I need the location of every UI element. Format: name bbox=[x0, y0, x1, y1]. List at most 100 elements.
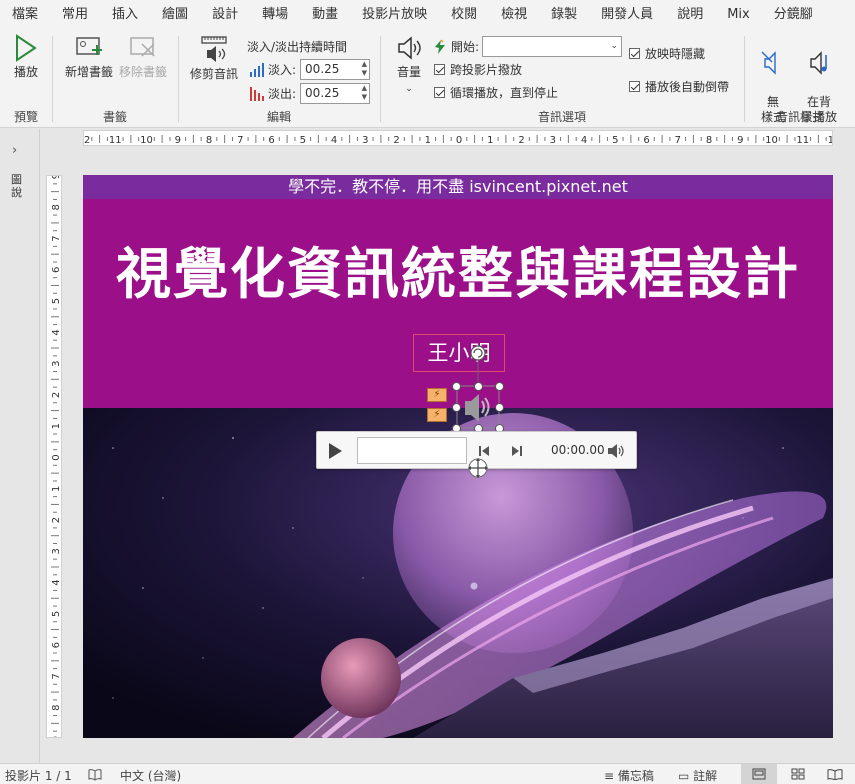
ruler-tick-label: 7 bbox=[237, 135, 243, 146]
group-label-preview: 預覽 bbox=[13, 110, 38, 124]
ruler-tick-label: 8 bbox=[51, 204, 62, 210]
start-lightning-icon bbox=[435, 38, 445, 54]
resize-handle[interactable] bbox=[474, 382, 483, 391]
normal-view-button[interactable] bbox=[741, 764, 777, 784]
horizontal-ruler-ticks: 1211109876543210123456789101112 bbox=[84, 135, 832, 146]
normal-view-icon bbox=[752, 768, 766, 780]
ruler-tick-label: 7 bbox=[51, 235, 62, 241]
fade-in-icon bbox=[250, 62, 264, 77]
tab-1[interactable]: 常用 bbox=[50, 0, 100, 30]
ruler-tick-label: 10 bbox=[765, 135, 778, 146]
move-cursor-icon bbox=[468, 458, 488, 478]
ruler-tick-label: 8 bbox=[51, 705, 62, 711]
tab-8[interactable]: 校閱 bbox=[439, 0, 489, 30]
ruler-tick-label: 3 bbox=[362, 135, 368, 146]
tab-11[interactable]: 開發人員 bbox=[589, 0, 665, 30]
resize-handle[interactable] bbox=[495, 382, 504, 391]
tab-6[interactable]: 動畫 bbox=[300, 0, 350, 30]
resize-handle[interactable] bbox=[452, 403, 461, 412]
group-label-audio-options: 音訊選項 bbox=[537, 110, 586, 124]
tab-9[interactable]: 檢視 bbox=[489, 0, 539, 30]
ruler-tick-label: 7 bbox=[51, 673, 62, 679]
player-volume-icon[interactable] bbox=[607, 443, 625, 459]
spellcheck-book-icon[interactable] bbox=[88, 768, 102, 781]
skip-forward-icon[interactable] bbox=[510, 444, 524, 458]
start-label: 開始: bbox=[451, 40, 480, 54]
ruler-tick-label: 12 bbox=[84, 135, 90, 146]
tab-12[interactable]: 說明 bbox=[665, 0, 715, 30]
play-in-background-icon bbox=[810, 51, 827, 75]
tab-14[interactable]: 分鏡腳 bbox=[762, 0, 825, 30]
resize-handle[interactable] bbox=[495, 403, 504, 412]
slide-header-band: 學不完．教不停．用不盡 isvincent.pixnet.net bbox=[83, 175, 833, 199]
comments-label: 註解 bbox=[693, 769, 718, 783]
play-button[interactable]: 播放 bbox=[6, 34, 46, 80]
reading-view-icon[interactable] bbox=[827, 768, 843, 780]
ruler-tick-label: 4 bbox=[51, 579, 62, 585]
checkbox-checked-icon[interactable] bbox=[434, 87, 445, 98]
ruler-tick-label: 8 bbox=[706, 135, 712, 146]
tab-5[interactable]: 轉場 bbox=[250, 0, 300, 30]
ruler-tick-label: 4 bbox=[331, 135, 337, 146]
comments-button[interactable]: ▭ 註解 bbox=[678, 767, 717, 784]
checkbox-checked-icon[interactable] bbox=[434, 64, 445, 75]
fade-out-value[interactable]: 00.25 bbox=[305, 86, 339, 100]
slide-counter: 投影片 1 / 1 bbox=[5, 769, 72, 783]
audio-time-display: 00:00.00 bbox=[551, 443, 605, 457]
play-icon[interactable] bbox=[329, 443, 342, 459]
notes-icon: ≡ bbox=[604, 769, 615, 783]
ruler-tick-label: 2 bbox=[393, 135, 399, 146]
start-row: 開始: ⌄ bbox=[433, 36, 623, 57]
slide-header-text: 學不完．教不停．用不盡 isvincent.pixnet.net bbox=[288, 177, 628, 196]
fade-in-row: 淡入: 00.25 ▲ ▼ bbox=[249, 59, 371, 80]
checkbox-checked-icon[interactable] bbox=[629, 81, 640, 92]
ruler-tick-label: 9 bbox=[51, 176, 62, 179]
fade-in-value[interactable]: 00.25 bbox=[305, 62, 339, 76]
group-label-bookmarks: 書籤 bbox=[102, 110, 127, 124]
play-across-label: 跨投影片撥放 bbox=[450, 63, 523, 77]
group-label-audio-styles: 音訊樣式 bbox=[775, 110, 824, 124]
tab-10[interactable]: 錄製 bbox=[539, 0, 589, 30]
ruler-tick-label: 3 bbox=[51, 360, 62, 366]
animation-trigger-icon[interactable]: ⚡ bbox=[427, 408, 447, 422]
ruler-tick-label: 1 bbox=[51, 423, 62, 429]
volume-label: 音量 bbox=[396, 65, 421, 79]
remove-bookmark-button[interactable]: 移除書籤 bbox=[117, 34, 169, 80]
slide-title[interactable]: 視覺化資訊統整與課程設計 bbox=[83, 229, 833, 309]
tab-0[interactable]: 檔案 bbox=[0, 0, 50, 30]
checkbox-checked-icon[interactable] bbox=[629, 48, 640, 59]
volume-button[interactable]: 音量 ⌄ bbox=[389, 34, 429, 97]
fade-in-spinner[interactable]: 00.25 ▲ ▼ bbox=[300, 59, 371, 80]
remove-bookmark-label: 移除書籤 bbox=[118, 65, 167, 79]
ruler-tick-label: 1 bbox=[51, 486, 62, 492]
loop-checkbox[interactable]: 循環播放，直到停止 bbox=[434, 84, 558, 101]
rewind-checkbox[interactable]: 播放後自動倒帶 bbox=[629, 78, 729, 95]
hide-during-show-label: 放映時隱藏 bbox=[645, 47, 706, 61]
language-indicator[interactable]: 中文 (台灣) bbox=[120, 767, 181, 784]
audio-progress-bar[interactable] bbox=[357, 437, 467, 464]
animation-trigger-icon[interactable]: ⚡ bbox=[427, 388, 447, 402]
tab-13[interactable]: Mix bbox=[715, 0, 762, 30]
fade-out-spinner[interactable]: 00.25 ▲ ▼ bbox=[300, 83, 371, 104]
group-editing: 修剪音訊 淡入/淡出持續時間 淡入: 00.25 ▲ ▼ 淡出: 00.25 ▲ ▼ 編… bbox=[179, 30, 379, 127]
tab-2[interactable]: 插入 bbox=[100, 0, 150, 30]
hide-during-show-checkbox[interactable]: 放映時隱藏 bbox=[629, 45, 705, 62]
spinner-arrows-icon[interactable]: ▲ ▼ bbox=[362, 84, 367, 102]
tab-3[interactable]: 繪圖 bbox=[150, 0, 200, 30]
thumbnail-pane-label[interactable]: 圖說 bbox=[11, 173, 25, 199]
slide-sorter-icon[interactable] bbox=[791, 768, 805, 780]
play-across-slides-checkbox[interactable]: 跨投影片撥放 bbox=[434, 61, 522, 78]
volume-icon bbox=[398, 36, 421, 60]
group-audio-styles: 無 樣式 在背 景播放 音訊樣式 bbox=[745, 30, 855, 127]
notes-button[interactable]: ≡ 備忘稿 bbox=[604, 767, 654, 784]
ruler-tick-label: 9 bbox=[175, 135, 181, 146]
resize-handle[interactable] bbox=[452, 382, 461, 391]
expand-pane-icon[interactable]: › bbox=[12, 143, 17, 158]
add-bookmark-button[interactable]: 新增書籤 bbox=[63, 34, 115, 80]
tab-4[interactable]: 設計 bbox=[200, 0, 250, 30]
tab-7[interactable]: 投影片放映 bbox=[350, 0, 439, 30]
ruler-tick-label: 11 bbox=[109, 135, 122, 146]
spinner-arrows-icon[interactable]: ▲ ▼ bbox=[362, 60, 367, 78]
trim-audio-button[interactable]: 修剪音訊 bbox=[184, 34, 244, 82]
start-dropdown[interactable]: ⌄ bbox=[482, 36, 623, 57]
